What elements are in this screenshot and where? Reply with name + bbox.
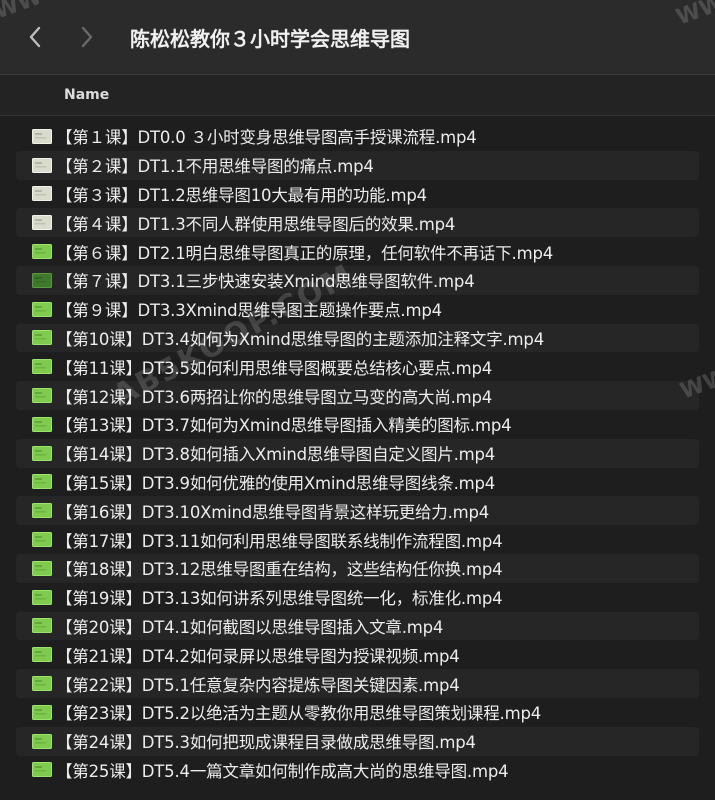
file-row[interactable]: 【第19课】DT3.13如何讲系列思维导图统一化，标准化.mp4 (16, 583, 699, 612)
video-file-icon (32, 416, 52, 432)
file-name: 【第２课】DT1.1不用思维导图的痛点.mp4 (56, 157, 374, 177)
video-file-icon (32, 589, 52, 605)
file-row[interactable]: 【第25课】DT5.4一篇文章如何制作成高大尚的思维导图.mp4 (16, 756, 699, 785)
video-file-icon (32, 330, 52, 346)
file-list: 【第１课】DT0.0 ３小时变身思维导图高手授课流程.mp4 【第２课】DT1.1… (0, 122, 715, 784)
file-name: 【第10课】DT3.4如何为Xmind思维导图的主题添加注释文字.mp4 (56, 329, 545, 349)
file-row[interactable]: 【第２课】DT1.1不用思维导图的痛点.mp4 (16, 150, 699, 180)
file-name: 【第９课】DT3.3Xmind思维导图主题操作要点.mp4 (56, 301, 442, 321)
file-row[interactable]: 【第１课】DT0.0 ３小时变身思维导图高手授课流程.mp4 (16, 122, 699, 151)
video-file-icon (32, 301, 52, 317)
file-name: 【第１课】DT0.0 ３小时变身思维导图高手授课流程.mp4 (56, 128, 477, 148)
file-name: 【第19课】DT3.13如何讲系列思维导图统一化，标准化.mp4 (56, 589, 503, 609)
video-file-icon (32, 733, 52, 749)
column-header-name[interactable]: Name (64, 87, 109, 103)
file-row[interactable]: 【第17课】DT3.11如何利用思维导图联系线制作流程图.mp4 (16, 525, 699, 554)
file-name: 【第18课】DT3.12思维导图重在结构，这些结构任你换.mp4 (56, 560, 503, 580)
file-name: 【第13课】DT3.7如何为Xmind思维导图插入精美的图标.mp4 (56, 416, 512, 436)
window-title: 陈松松教你３小时学会思维导图 (130, 26, 410, 51)
file-name: 【第４课】DT1.3不同人群使用思维导图后的效果.mp4 (56, 214, 456, 234)
list-header: Name (0, 75, 715, 116)
video-file-icon (32, 272, 52, 288)
file-row[interactable]: 【第３课】DT1.2思维导图10大最有用的功能.mp4 (16, 180, 699, 209)
file-row[interactable]: 【第11课】DT3.5如何利用思维导图概要总结核心要点.mp4 (16, 352, 699, 381)
file-row[interactable]: 【第14课】DT3.8如何插入Xmind思维导图自定义图片.mp4 (16, 438, 699, 468)
file-name: 【第25课】DT5.4一篇文章如何制作成高大尚的思维导图.mp4 (56, 761, 509, 781)
file-row[interactable]: 【第21课】DT4.2如何录屏以思维导图为授课视频.mp4 (16, 640, 699, 669)
file-row[interactable]: 【第４课】DT1.3不同人群使用思维导图后的效果.mp4 (16, 208, 699, 238)
chevron-right-icon (81, 26, 93, 48)
file-row[interactable]: 【第24课】DT5.3如何把现成课程目录做成思维导图.mp4 (16, 726, 699, 756)
file-name: 【第11课】DT3.5如何利用思维导图概要总结核心要点.mp4 (56, 358, 493, 378)
file-name: 【第24课】DT5.3如何把现成课程目录做成思维导图.mp4 (56, 733, 476, 753)
file-row[interactable]: 【第22课】DT5.1任意复杂内容提炼导图关键因素.mp4 (16, 669, 699, 698)
video-file-icon (32, 647, 52, 663)
chevron-left-icon (29, 26, 41, 48)
file-row[interactable]: 【第18课】DT3.12思维导图重在结构，这些结构任你换.mp4 (16, 553, 699, 583)
video-file-icon (32, 704, 52, 720)
file-row[interactable]: 【第７课】DT3.1三步快速安装Xmind思维导图软件.mp4 (16, 265, 699, 295)
video-file-icon (32, 474, 52, 490)
video-file-icon (32, 618, 52, 634)
file-name: 【第６课】DT2.1明白思维导图真正的原理，任何软件不再话下.mp4 (56, 243, 554, 263)
video-file-icon (32, 186, 52, 202)
file-row[interactable]: 【第10课】DT3.4如何为Xmind思维导图的主题添加注释文字.mp4 (16, 323, 699, 353)
file-name: 【第15课】DT3.9如何优雅的使用Xmind思维导图线条.mp4 (56, 473, 496, 493)
file-name: 【第12课】DT3.6两招让你的思维导图立马变的高大尚.mp4 (56, 387, 493, 407)
file-row[interactable]: 【第12课】DT3.6两招让你的思维导图立马变的高大尚.mp4 (16, 381, 699, 410)
file-name: 【第17课】DT3.11如何利用思维导图联系线制作流程图.mp4 (56, 531, 503, 551)
file-row[interactable]: 【第15课】DT3.9如何优雅的使用Xmind思维导图线条.mp4 (16, 468, 699, 497)
file-row[interactable]: 【第９课】DT3.3Xmind思维导图主题操作要点.mp4 (16, 295, 699, 324)
file-row[interactable]: 【第13课】DT3.7如何为Xmind思维导图插入精美的图标.mp4 (16, 410, 699, 439)
file-name: 【第23课】DT5.2以绝活为主题从零教你用思维导图策划课程.mp4 (56, 704, 542, 724)
video-file-icon (32, 560, 52, 576)
file-name: 【第３课】DT1.2思维导图10大最有用的功能.mp4 (56, 185, 427, 205)
file-name: 【第14课】DT3.8如何插入Xmind思维导图自定义图片.mp4 (56, 445, 496, 465)
video-file-icon (32, 388, 52, 404)
file-name: 【第22课】DT5.1任意复杂内容提炼导图关键因素.mp4 (56, 675, 460, 695)
video-file-icon (32, 503, 52, 519)
video-file-icon (32, 445, 52, 461)
file-row[interactable]: 【第16课】DT3.10Xmind思维导图背景这样玩更给力.mp4 (16, 496, 699, 526)
video-file-icon (32, 359, 52, 375)
finder-window: 陈松松教你３小时学会思维导图 Name 【第１课】DT0.0 ３小时变身思维导图… (0, 0, 715, 800)
file-name: 【第７课】DT3.1三步快速安装Xmind思维导图软件.mp4 (56, 272, 475, 292)
file-name: 【第21课】DT4.2如何录屏以思维导图为授课视频.mp4 (56, 646, 460, 666)
file-name: 【第16课】DT3.10Xmind思维导图背景这样玩更给力.mp4 (56, 502, 490, 522)
video-file-icon (32, 157, 52, 173)
forward-button[interactable] (70, 20, 104, 54)
video-file-icon (32, 244, 52, 260)
video-file-icon (32, 676, 52, 692)
file-row[interactable]: 【第23课】DT5.2以绝活为主题从零教你用思维导图策划课程.mp4 (16, 698, 699, 727)
video-file-icon (32, 762, 52, 778)
file-name: 【第20课】DT4.1如何截图以思维导图插入文章.mp4 (56, 617, 444, 637)
file-row[interactable]: 【第６课】DT2.1明白思维导图真正的原理，任何软件不再话下.mp4 (16, 237, 699, 266)
video-file-icon (32, 532, 52, 548)
video-file-icon (32, 128, 52, 144)
back-button[interactable] (18, 20, 52, 54)
title-bar: 陈松松教你３小时学会思维导图 (0, 0, 715, 75)
file-row[interactable]: 【第20课】DT4.1如何截图以思维导图插入文章.mp4 (16, 611, 699, 641)
video-file-icon (32, 215, 52, 231)
